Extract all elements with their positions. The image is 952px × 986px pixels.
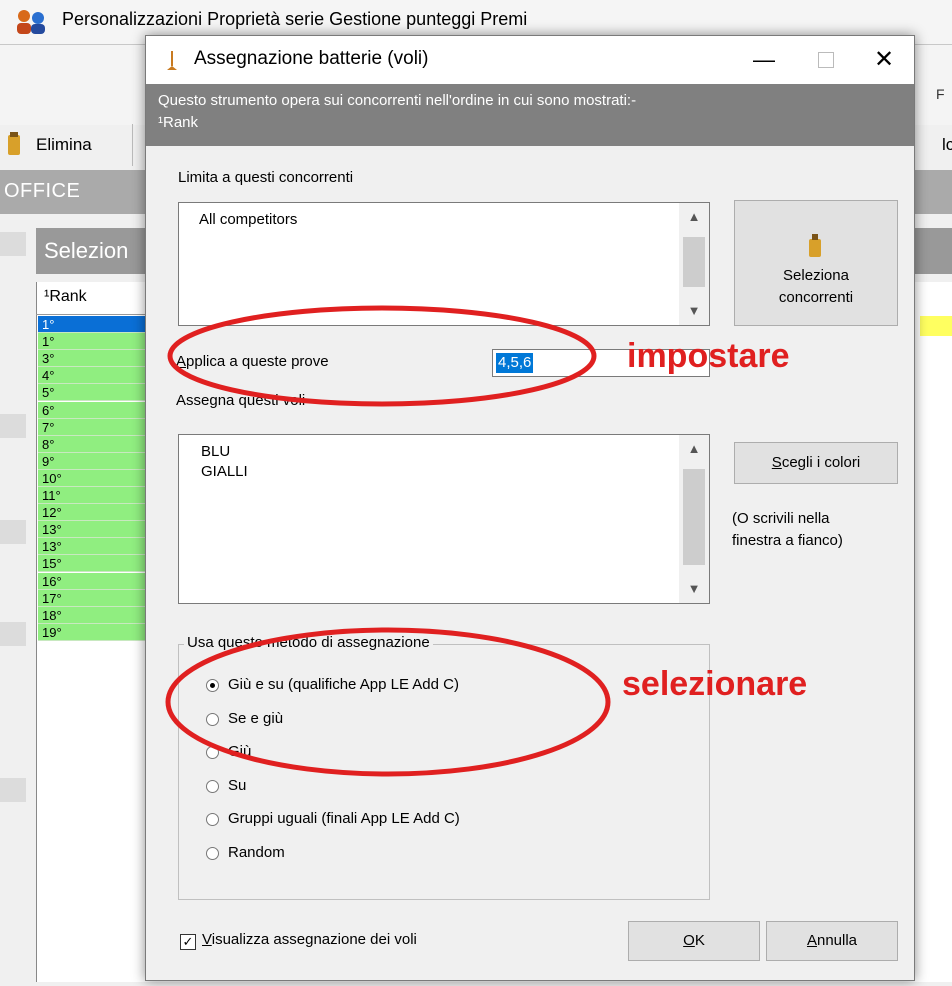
annotation-overlay: [165, 305, 611, 777]
method-highlight-ellipse: [165, 627, 611, 777]
annotation-select: selezionare: [622, 665, 808, 703]
apply-highlight-ellipse: [167, 305, 597, 407]
annotation-set: impostare: [627, 337, 790, 375]
